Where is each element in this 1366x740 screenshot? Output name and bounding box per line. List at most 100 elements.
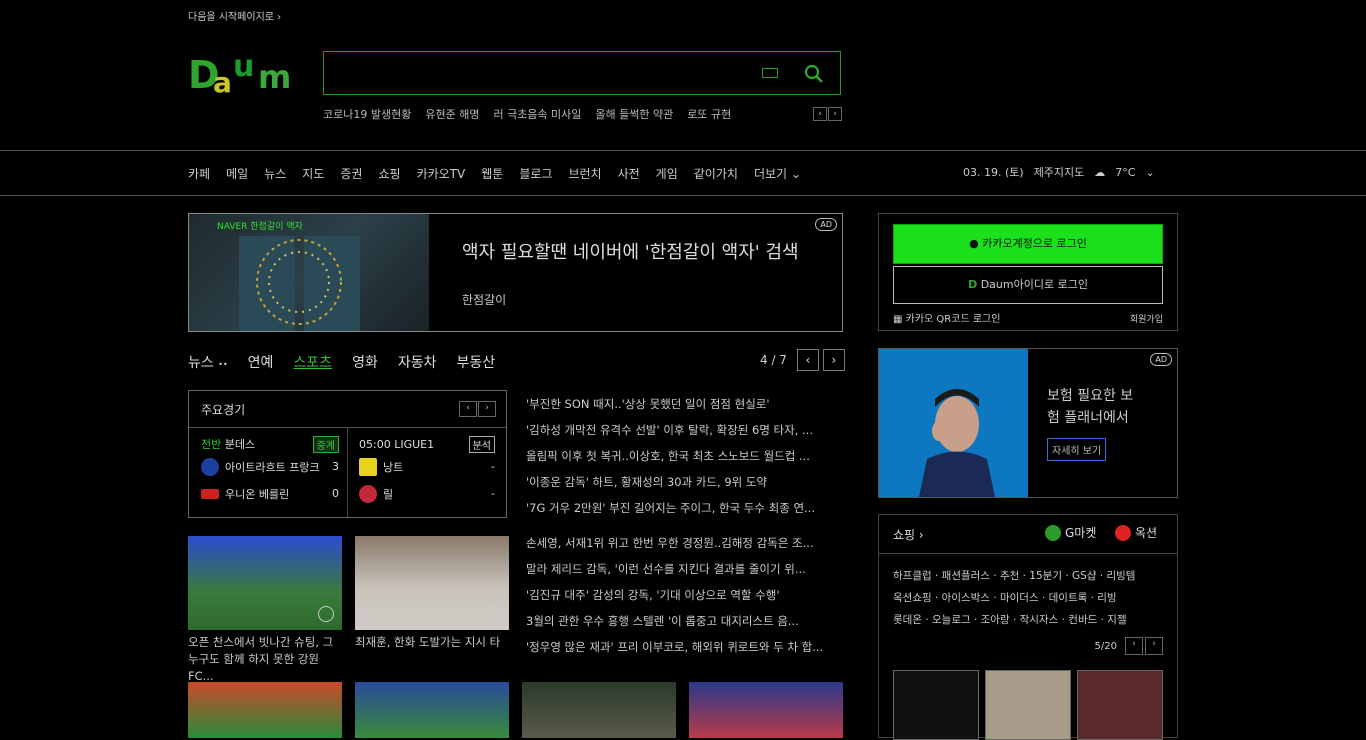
headline-item[interactable]: '정우영 많은 재과' 프리 이부코로, 해외위 퀴로트와 두 차 합...	[526, 639, 842, 665]
chevron-left-icon[interactable]: ‹	[459, 401, 477, 417]
news-thumb-card[interactable]: 오픈 찬스에서 빗나간 슈팅, 그 누구도 함께 하지 못한 강원 FC...	[188, 536, 342, 685]
daum-logo[interactable]: D a u m	[188, 49, 306, 100]
ad-image: NAVER 한점갈이 액자	[189, 214, 429, 331]
ad-badge: AD	[815, 218, 837, 231]
nav-item-news[interactable]: 뉴스	[264, 165, 286, 182]
keyword-item[interactable]: 유현준 해명	[425, 106, 479, 122]
nav-item-map[interactable]: 지도	[302, 165, 324, 182]
chevron-right-icon[interactable]: ›	[1145, 637, 1163, 655]
nav-item-mail[interactable]: 메일	[226, 165, 248, 182]
news-thumb-image[interactable]	[355, 682, 509, 738]
team-logo	[359, 484, 377, 503]
ad-banner[interactable]: NAVER 한점갈이 액자 AD 액자 필요할땐 네이버에 '한점갈이 액자' …	[188, 213, 843, 332]
keyword-item[interactable]: 러 극초음속 미사일	[493, 106, 581, 122]
shopping-link-row[interactable]: 옥션쇼핑 · 아이스박스 · 마이더스 · 데이트록 · 리빙	[893, 587, 1165, 609]
tab-realestate[interactable]: 부동산	[456, 352, 495, 372]
nav-item-shopping[interactable]: 쇼핑	[378, 165, 400, 182]
live-badge[interactable]: 중계	[312, 435, 339, 453]
tab-car[interactable]: 자동차	[398, 352, 437, 372]
ad-banner-2[interactable]: AD 보험 필요한 보험 플래너에서 자세히 보기	[878, 348, 1178, 498]
chevron-down-icon[interactable]: ⌄	[1145, 166, 1154, 179]
keyword-item[interactable]: 코로나19 발생현황	[323, 106, 411, 122]
next-button[interactable]: ›	[822, 349, 845, 371]
shopping-link-row[interactable]: 롯데온 · 오늘로그 · 조아랑 · 작시자스 · 컨바드 · 지젤	[893, 609, 1165, 631]
trending-keywords: 코로나19 발생현황 유현준 해명 러 극초음속 미사일 올해 들썩한 약관 로…	[323, 106, 731, 122]
chevron-right-icon[interactable]: ›	[478, 401, 496, 417]
news-thumb-image[interactable]	[689, 682, 843, 738]
news-thumb-image[interactable]	[188, 682, 342, 738]
headline-item[interactable]: 말라 제리드 감독, '이런 선수를 지킨다 결과를 줄이기 위...	[526, 561, 842, 587]
ad2-detail-button[interactable]: 자세히 보기	[1047, 438, 1107, 461]
product-thumb[interactable]	[893, 670, 979, 740]
keyword-item[interactable]: 로또 규현	[687, 106, 731, 122]
news-pager: 4 / 7 ‹ ›	[760, 349, 845, 371]
page-indicator: 4 / 7	[760, 353, 787, 367]
prev-button[interactable]: ‹	[796, 349, 819, 371]
team-logo	[359, 457, 377, 476]
headline-item[interactable]: 손세영, 서재1위 위고 한번 우한 경정원..김해정 감독은 조...	[526, 535, 842, 561]
ad2-text: 보험 필요한 보험 플래너에서	[1047, 388, 1134, 426]
kakao-login-button[interactable]: ● 카카오계정으로 로그인	[893, 224, 1163, 264]
svg-text:u: u	[233, 52, 254, 84]
news-thumb-image	[188, 536, 342, 630]
keyword-nav: ‹ ›	[813, 107, 842, 121]
daum-d-icon: D	[968, 278, 978, 291]
headline-item[interactable]: '7G 거우 2만원' 부진 길어지는 주이그, 한국 두수 최종 연...	[526, 500, 842, 526]
chevron-left-icon[interactable]: ‹	[1125, 637, 1143, 655]
nav-item-more[interactable]: 더보기 ⌄	[754, 165, 801, 182]
global-nav: 카페 메일 뉴스 지도 증권 쇼핑 카카오TV 웹툰 블로그 브런치 사전 게임…	[0, 150, 1366, 196]
search-input[interactable]	[334, 62, 758, 86]
nav-item-stock[interactable]: 증권	[340, 165, 362, 182]
headline-item[interactable]: '김하성 개막전 유격수 선발' 이후 탈락, 확장된 6명 타자, ...	[526, 422, 842, 448]
news-thumb-card[interactable]: 최재훈, 한화 도발가는 지시 타	[355, 536, 509, 651]
scoreboard-title: 주요경기	[201, 403, 246, 417]
shopping-title[interactable]: 쇼핑 ›	[893, 526, 924, 543]
product-thumb[interactable]	[1077, 670, 1163, 740]
analysis-badge[interactable]: 분석	[468, 435, 495, 453]
tab-movie[interactable]: 영화	[352, 352, 378, 372]
headline-item[interactable]: '이종운 감독' 하트, 황재성의 30과 카드, 9위 도약	[526, 474, 842, 500]
play-icon	[485, 606, 501, 622]
nav-item-brunch[interactable]: 브런치	[568, 165, 601, 182]
nav-item-kakaotv[interactable]: 카카오TV	[417, 165, 466, 182]
shopping-page-indicator: 5/20	[1094, 640, 1117, 652]
chevron-down-icon: ⌄	[790, 167, 801, 181]
nav-item-together[interactable]: 같이가치	[694, 165, 738, 182]
daum-login-button[interactable]: D Daum아이디로 로그인	[893, 266, 1163, 304]
chevron-right-icon[interactable]: ›	[828, 107, 842, 121]
qr-login-link[interactable]: ▦ 카카오 QR코드 로그인	[893, 310, 1000, 325]
gmarket-link[interactable]: G마켓	[1045, 524, 1096, 541]
tab-news[interactable]: 뉴스 ••	[188, 352, 228, 372]
auction-icon	[1115, 524, 1131, 541]
search-icon[interactable]	[804, 64, 824, 84]
news-thumb-image[interactable]	[522, 682, 676, 738]
headline-item[interactable]: 올림픽 이후 첫 복귀..이상호, 한국 최초 스노보드 월드컵 ...	[526, 448, 842, 474]
headline-item[interactable]: '부진한 SON 때지..'상상 못했던 일이 점점 현실로'	[526, 396, 842, 422]
nav-item-cafe[interactable]: 카페	[188, 165, 210, 182]
join-link[interactable]: 회원가입	[1130, 312, 1163, 325]
nav-item-webtoon[interactable]: 웹툰	[481, 165, 503, 182]
start-page-link[interactable]: 다음을 시작페이지로 ›	[188, 8, 281, 23]
ad-title[interactable]: 액자 필요할땐 네이버에 '한점갈이 액자' 검색	[462, 241, 802, 265]
nav-item-game[interactable]: 게임	[656, 165, 678, 182]
game-card[interactable]: 05:00 LIGUE1 분석 낭트 - 릴-	[359, 435, 495, 507]
tab-entertainment[interactable]: 연예	[248, 352, 274, 372]
headline-item[interactable]: '김진규 대주' 감성의 강독, '기대 이상으로 역할 수행'	[526, 587, 842, 613]
chevron-left-icon[interactable]: ‹	[813, 107, 827, 121]
keyword-item[interactable]: 올해 들썩한 약관	[595, 106, 673, 122]
chat-bubble-icon: ●	[969, 237, 979, 250]
ad-subtitle: 한점갈이	[462, 293, 507, 307]
location-text[interactable]: 제주지지도	[1034, 164, 1085, 180]
nav-item-dictionary[interactable]: 사전	[618, 165, 640, 182]
login-box: ● 카카오계정으로 로그인 D Daum아이디로 로그인 ▦ 카카오 QR코드 …	[878, 213, 1178, 331]
keyboard-icon[interactable]	[762, 68, 778, 78]
tab-sports[interactable]: 스포츠	[293, 352, 332, 372]
gmarket-icon	[1045, 524, 1061, 541]
game-card[interactable]: 전반 분데스 중계 아이트라흐트 프랑크 3 우니온 베를린 0	[201, 435, 339, 507]
headline-item[interactable]: 3월의 관한 우수 흥행 스텔렌 '이 롭중고 대지리스트 음...	[526, 613, 842, 639]
product-thumb[interactable]	[985, 670, 1071, 740]
nav-item-blog[interactable]: 블로그	[519, 165, 552, 182]
team-logo	[201, 488, 219, 499]
auction-link[interactable]: 옥션	[1115, 524, 1157, 541]
shopping-link-row[interactable]: 하프클럽 · 패션플러스 · 추천 · 15분기 · GS샵 · 리빙템	[893, 565, 1165, 587]
